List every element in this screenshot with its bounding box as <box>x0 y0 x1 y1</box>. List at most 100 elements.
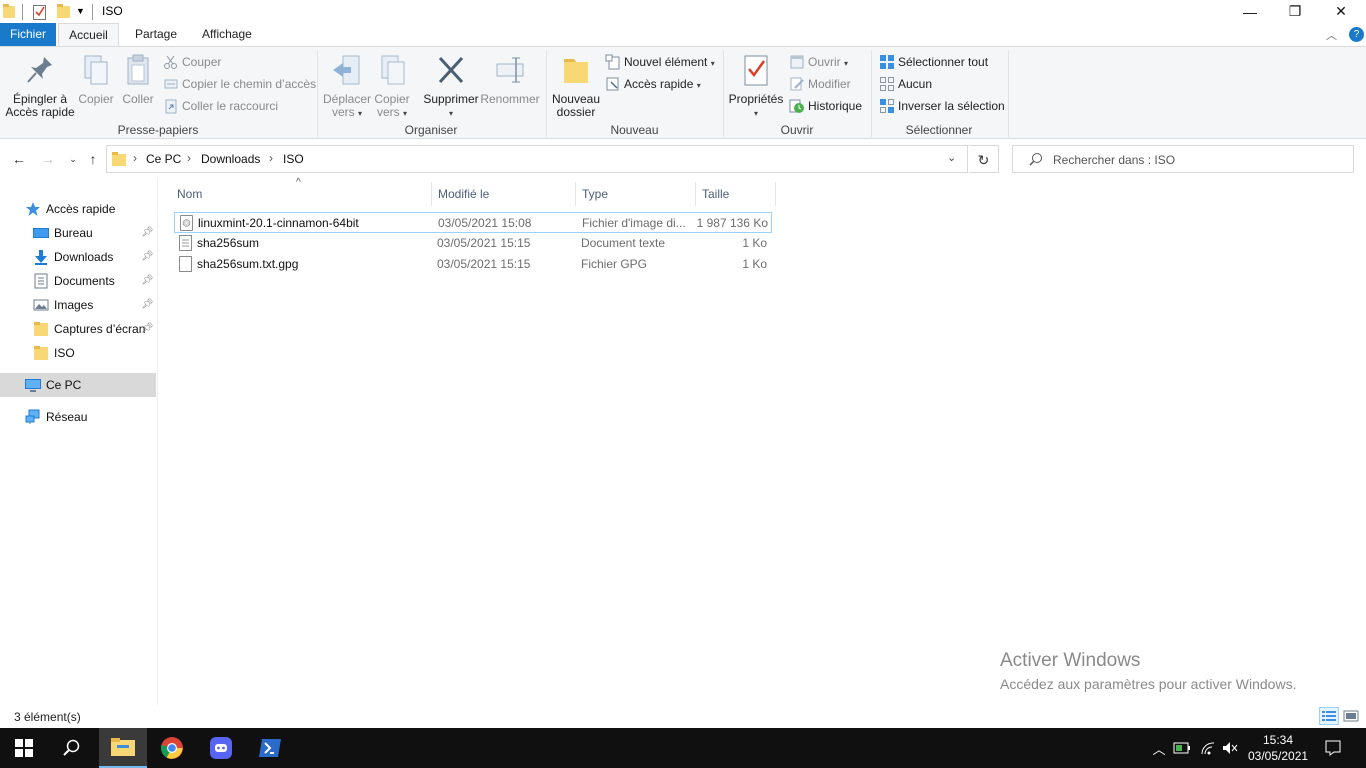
easy-access-button[interactable]: Accès rapide ▾ <box>605 74 701 94</box>
open-label: Ouvrir <box>808 55 841 69</box>
select-group-label: Sélectionner <box>905 123 973 137</box>
activation-watermark: Activer Windows Accédez aux paramètres p… <box>1000 650 1296 692</box>
cut-button[interactable]: Couper <box>163 52 221 72</box>
dropdown-caret-icon: ▾ <box>696 81 701 90</box>
large-icons-view-icon[interactable] <box>1341 707 1361 725</box>
nav-this-pc-label: Ce PC <box>46 378 82 392</box>
select-none-button[interactable]: Aucun <box>879 74 932 94</box>
select-all-button[interactable]: Sélectionner tout <box>879 52 988 72</box>
new-item-icon <box>605 54 621 70</box>
paste-button[interactable]: Coller <box>118 51 158 106</box>
pin-icon[interactable]: 📌︎ <box>141 299 154 310</box>
paste-icon <box>122 53 154 87</box>
collapse-ribbon-icon[interactable]: ︿ <box>1326 27 1337 43</box>
rename-button[interactable]: Renommer <box>480 51 540 106</box>
delete-button[interactable]: Supprimer ▾ <box>422 51 480 120</box>
dropdown-caret-icon: ▾ <box>753 109 758 118</box>
column-header-size[interactable]: Taille <box>702 183 729 205</box>
file-row-linuxmint-iso[interactable]: linuxmint-20.1-cinnamon-64bit 03/05/2021… <box>174 212 772 233</box>
nav-item-images[interactable]: Images <box>33 293 93 317</box>
sort-ascending-icon: ^ <box>296 177 301 188</box>
battery-icon[interactable] <box>1172 728 1192 768</box>
back-arrow-icon[interactable]: ← <box>9 148 29 170</box>
new-group-label: Nouveau <box>610 123 659 137</box>
search-input[interactable]: Rechercher dans : ISO <box>1012 145 1354 173</box>
address-history-chevron-icon[interactable]: ⌄ <box>947 151 956 164</box>
nav-quick-access-label: Accès rapide <box>46 202 116 216</box>
tab-view[interactable]: Affichage <box>192 23 262 46</box>
search-icon[interactable] <box>48 728 96 768</box>
open-button[interactable]: Ouvrir ▾ <box>789 52 848 72</box>
ribbon: Épingler à Accès rapide Copier Coller Co… <box>0 46 1366 139</box>
nav-item-iso[interactable]: ISO <box>33 341 75 365</box>
move-to-button[interactable]: Déplacer vers ▾ <box>322 51 372 120</box>
address-bar[interactable]: › Ce PC › Downloads › ISO ⌄ <box>106 145 968 173</box>
pin-quick-access-button[interactable]: Épingler à Accès rapide <box>4 51 76 119</box>
nav-network[interactable]: Réseau <box>25 405 87 429</box>
column-header-modified[interactable]: Modifié le <box>438 183 489 205</box>
tab-home[interactable]: Accueil <box>58 23 119 47</box>
volume-muted-icon[interactable] <box>1220 728 1240 768</box>
breadcrumb-separator-icon: › <box>269 151 273 165</box>
tab-file[interactable]: Fichier <box>0 23 56 46</box>
breadcrumb-downloads[interactable]: Downloads <box>201 152 260 166</box>
properties-quick-icon[interactable] <box>33 4 47 20</box>
close-button[interactable]: ✕ <box>1318 0 1364 23</box>
minimize-button[interactable]: — <box>1227 0 1273 23</box>
pin-icon[interactable]: 📌︎ <box>141 251 154 262</box>
pin-icon[interactable]: 📌︎ <box>141 323 154 334</box>
nav-item-documents[interactable]: Documents <box>33 269 115 293</box>
start-windows-icon[interactable] <box>0 728 48 768</box>
clock[interactable]: 15:34 03/05/2021 <box>1248 732 1308 764</box>
new-folder-quick-icon[interactable] <box>57 4 70 20</box>
up-arrow-icon[interactable]: ↑ <box>83 148 103 170</box>
customize-toolbar-icon[interactable]: ▼ <box>76 6 85 22</box>
copy-button[interactable]: Copier <box>76 51 116 106</box>
chrome-icon[interactable] <box>148 728 196 768</box>
column-header-type[interactable]: Type <box>582 183 608 205</box>
file-row-sha256sum-gpg[interactable]: sha256sum.txt.gpg 03/05/2021 15:15 Fichi… <box>174 254 772 275</box>
history-button[interactable]: Historique <box>789 96 862 116</box>
tab-share[interactable]: Partage <box>125 23 187 46</box>
maximize-button[interactable]: ❐ <box>1272 0 1318 23</box>
search-icon <box>1029 152 1043 169</box>
invert-selection-button[interactable]: Inverser la sélection <box>879 96 1005 116</box>
pin-icon[interactable]: 📌︎ <box>141 227 154 238</box>
edit-label: Modifier <box>808 77 851 91</box>
details-view-icon[interactable] <box>1319 707 1339 725</box>
rename-icon <box>494 53 526 87</box>
pin-icon[interactable]: 📌︎ <box>141 275 154 286</box>
copy-path-button[interactable]: Copier le chemin d’accès <box>163 74 316 94</box>
new-folder-button[interactable]: Nouveau dossier <box>550 51 602 119</box>
notifications-icon[interactable] <box>1318 728 1348 768</box>
properties-button[interactable]: Propriétés ▾ <box>728 51 784 120</box>
file-size: 1 987 136 Ko <box>696 216 768 230</box>
breadcrumb-this-pc[interactable]: Ce PC <box>146 152 181 166</box>
powershell-icon[interactable] <box>246 728 294 768</box>
nav-this-pc[interactable]: Ce PC <box>25 373 81 397</box>
nav-quick-access[interactable]: Accès rapide <box>25 197 115 221</box>
refresh-icon[interactable]: ↻ <box>969 145 999 173</box>
properties-label: Propriétés <box>728 92 784 106</box>
wifi-icon[interactable] <box>1198 728 1218 768</box>
show-hidden-icons-chevron-icon[interactable]: ︿ <box>1150 728 1168 768</box>
nav-item-bureau[interactable]: Bureau <box>33 221 93 245</box>
file-explorer-taskbar-icon[interactable] <box>99 728 147 768</box>
file-row-sha256sum[interactable]: sha256sum 03/05/2021 15:15 Document text… <box>174 233 772 254</box>
column-header-name[interactable]: Nom <box>177 183 202 205</box>
item-count: 3 élément(s) <box>14 710 81 724</box>
edit-button[interactable]: Modifier <box>789 74 851 94</box>
paste-shortcut-button[interactable]: Coller le raccourci <box>163 96 278 116</box>
pin-label-line2: Accès rapide <box>5 105 75 119</box>
forward-arrow-icon[interactable]: → <box>38 148 58 170</box>
help-icon[interactable]: ? <box>1349 27 1364 42</box>
new-item-button[interactable]: Nouvel élément ▾ <box>605 52 715 72</box>
nav-item-label: Images <box>54 298 94 312</box>
copy-to-button[interactable]: Copier vers ▾ <box>372 51 412 120</box>
network-icon <box>25 409 41 425</box>
discord-icon[interactable] <box>197 728 245 768</box>
recent-locations-chevron-icon[interactable]: ⌄ <box>63 148 83 170</box>
nav-item-downloads[interactable]: Downloads <box>33 245 113 269</box>
breadcrumb-iso[interactable]: ISO <box>283 152 304 166</box>
nav-item-screenshots[interactable]: Captures d’écran <box>33 317 145 341</box>
